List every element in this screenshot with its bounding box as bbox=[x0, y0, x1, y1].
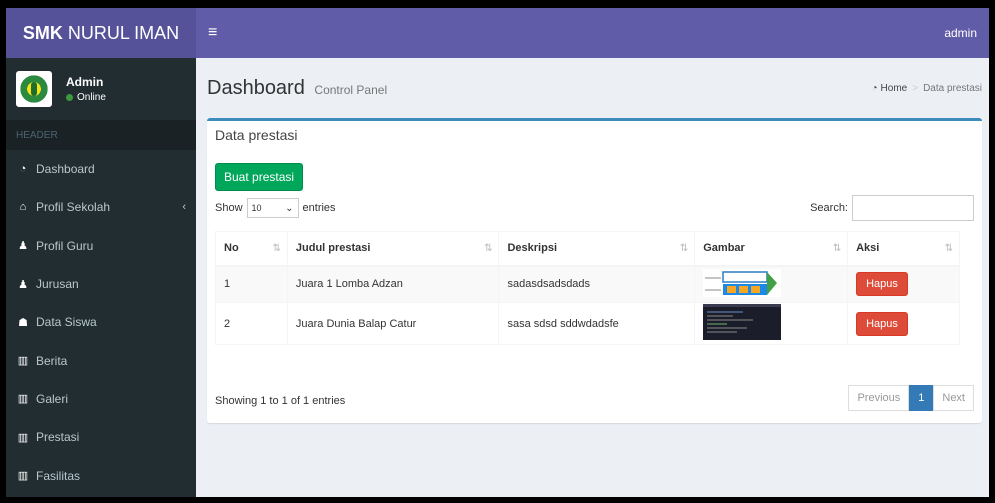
table-info: Showing 1 to 1 of 1 entries bbox=[215, 395, 346, 407]
breadcrumb-home[interactable]: Home bbox=[881, 83, 908, 94]
add-prestasi-button[interactable]: Buat prestasi bbox=[215, 163, 304, 191]
users-icon: ☗ bbox=[18, 316, 28, 329]
avatar bbox=[16, 71, 52, 107]
cell-judul: Juara 1 Lomba Adzan bbox=[286, 265, 500, 303]
data-box: Data prestasi Buat prestasi Show 10 ⌄ en… bbox=[207, 118, 982, 423]
online-dot-icon bbox=[66, 94, 73, 101]
sidebar-item-jurusan[interactable]: ♟ Jurusan bbox=[6, 265, 196, 303]
sort-icon: ⇅ bbox=[944, 243, 953, 254]
cell-deskripsi: sadasdsadsdads bbox=[498, 265, 696, 303]
sidebar-item-data-siswa[interactable]: ☗ Data Siswa bbox=[6, 303, 196, 341]
breadcrumb-current: Data prestasi bbox=[923, 82, 982, 94]
sort-icon: ⇅ bbox=[679, 243, 689, 254]
sort-asc-icon: ⇅ bbox=[272, 243, 281, 254]
dashboard-icon: ◔ bbox=[871, 82, 878, 94]
search-box: Search: bbox=[810, 195, 974, 221]
app-logo[interactable]: SMK NURUL IMAN bbox=[6, 8, 196, 58]
content-header: Dashboard Control Panel ◔ Home > Data pr… bbox=[207, 58, 982, 118]
page-title: Dashboard Control Panel bbox=[207, 76, 388, 99]
pagination-page-1[interactable]: 1 bbox=[909, 385, 934, 411]
column-header-judul[interactable]: Judul prestasi ⇅ bbox=[286, 231, 500, 267]
sidebar-item-dashboard[interactable]: ◔ Dashboard bbox=[6, 150, 196, 188]
map-icon: ▥ bbox=[17, 431, 29, 444]
cell-aksi: Hapus bbox=[847, 265, 960, 303]
logo-text: NURUL IMAN bbox=[67, 22, 180, 43]
prestasi-table: No ⇅ Judul prestasi ⇅ Deskripsi ⇅ Gambar ⇅ A… bbox=[215, 231, 960, 345]
user-icon: ♟ bbox=[18, 278, 28, 291]
sidebar-item-fasilitas[interactable]: ▥ Fasilitas bbox=[6, 456, 196, 494]
sort-icon: ⇅ bbox=[484, 243, 493, 254]
pagination: Previous 1 Next bbox=[848, 385, 974, 411]
cell-aksi: Hapus bbox=[847, 302, 960, 345]
entries-select[interactable]: 10 ⌄ bbox=[246, 198, 299, 218]
breadcrumb-separator: > bbox=[912, 82, 919, 94]
sidebar-item-profil-sekolah[interactable]: ⌂ Profil Sekolah ‹ bbox=[6, 188, 196, 226]
sidebar-item-galeri[interactable]: ▥ Galeri bbox=[6, 380, 196, 418]
main-content: Dashboard Control Panel ◔ Home > Data pr… bbox=[196, 58, 989, 497]
prestasi-image bbox=[703, 268, 782, 297]
logo-bold-text: SMK bbox=[22, 22, 63, 43]
map-icon: ▥ bbox=[17, 355, 29, 368]
delete-button[interactable]: Hapus bbox=[856, 272, 908, 297]
top-header: SMK NURUL IMAN ≡ admin bbox=[6, 8, 989, 58]
table-row: 2 Juara Dunia Balap Catur sasa sdsd sddw… bbox=[215, 302, 960, 345]
school-icon: ⌂ bbox=[19, 201, 27, 214]
cell-no: 2 bbox=[215, 302, 288, 345]
user-name: Admin bbox=[66, 75, 104, 89]
table-header-row: No ⇅ Judul prestasi ⇅ Deskripsi ⇅ Gambar ⇅ A… bbox=[215, 231, 960, 267]
dashboard-icon: ◔ bbox=[19, 163, 27, 176]
breadcrumb: ◔ Home > Data prestasi bbox=[872, 83, 983, 94]
column-header-aksi[interactable]: Aksi ⇅ bbox=[847, 231, 960, 267]
cell-gambar bbox=[694, 265, 849, 303]
map-icon: ▥ bbox=[17, 470, 29, 483]
chevron-down-icon: ⌄ bbox=[285, 202, 294, 214]
table-row: 1 Juara 1 Lomba Adzan sadasdsadsdads Hap… bbox=[215, 265, 960, 303]
cell-deskripsi: sasa sdsd sddwdadsfe bbox=[498, 302, 696, 345]
map-icon: ▥ bbox=[17, 393, 29, 406]
navbar: ≡ admin bbox=[196, 8, 989, 58]
cell-no: 1 bbox=[215, 265, 288, 303]
box-title: Data prestasi bbox=[215, 126, 298, 143]
column-header-gambar[interactable]: Gambar ⇅ bbox=[694, 231, 849, 267]
chevron-left-icon: ‹ bbox=[182, 201, 186, 214]
table-controls: Show 10 ⌄ entries Search: bbox=[215, 193, 974, 223]
menu-header: HEADER bbox=[6, 120, 196, 150]
sidebar-item-berita[interactable]: ▥ Berita bbox=[6, 341, 196, 379]
pagination-next[interactable]: Next bbox=[933, 385, 974, 411]
sidebar: Admin Online HEADER ◔ Dashboard ⌂ Profil… bbox=[6, 58, 196, 497]
sidebar-item-profil-guru[interactable]: ♟ Profil Guru bbox=[6, 227, 196, 265]
entries-length: Show 10 ⌄ entries bbox=[215, 198, 336, 218]
column-header-no[interactable]: No ⇅ bbox=[215, 231, 288, 267]
page-subtitle: Control Panel bbox=[314, 82, 388, 97]
user-status: Online bbox=[66, 92, 106, 103]
column-header-deskripsi[interactable]: Deskripsi ⇅ bbox=[498, 231, 696, 267]
sidebar-toggle-icon[interactable]: ≡ bbox=[208, 24, 228, 42]
sidebar-item-prestasi[interactable]: ▥ Prestasi bbox=[6, 418, 196, 456]
sort-icon: ⇅ bbox=[832, 243, 842, 254]
prestasi-image bbox=[703, 304, 782, 340]
cell-gambar bbox=[694, 302, 849, 345]
cell-judul: Juara Dunia Balap Catur bbox=[286, 302, 500, 345]
search-input[interactable] bbox=[852, 195, 974, 221]
user-icon: ♟ bbox=[18, 240, 28, 253]
delete-button[interactable]: Hapus bbox=[856, 311, 908, 336]
user-panel: Admin Online bbox=[6, 58, 196, 120]
pagination-previous[interactable]: Previous bbox=[848, 385, 910, 411]
user-menu[interactable]: admin bbox=[944, 26, 977, 40]
